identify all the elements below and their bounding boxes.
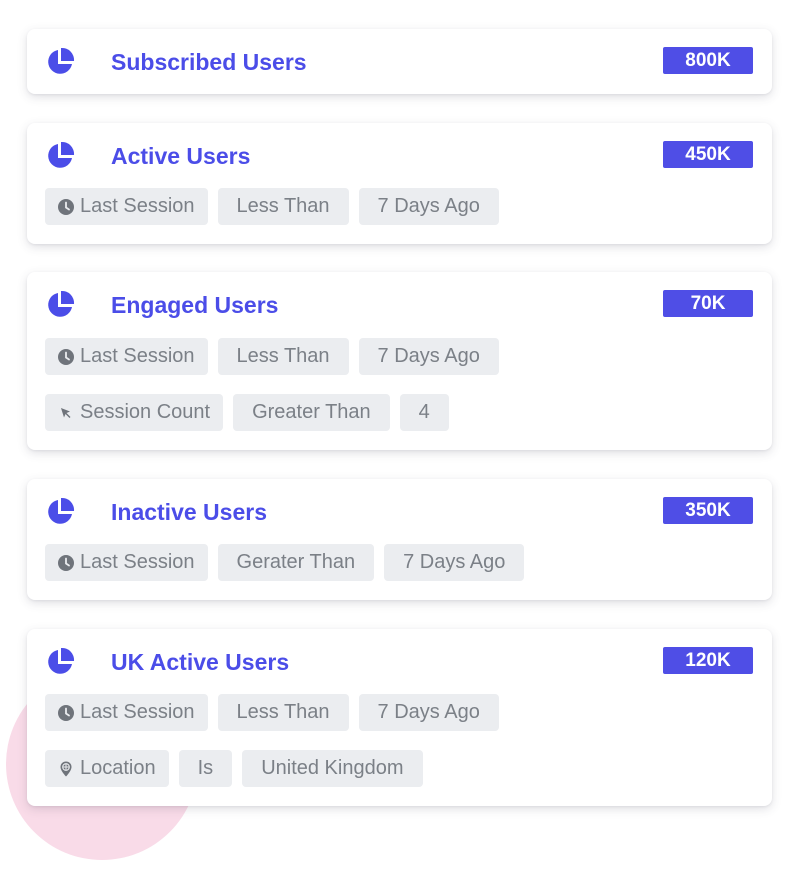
- segment-card-engaged-users[interactable]: Engaged Users 70K Last Session Less Than…: [27, 272, 772, 450]
- segment-card-uk-active-users[interactable]: UK Active Users 120K Last Session Less T…: [27, 629, 772, 806]
- segment-header: UK Active Users 120K: [45, 647, 753, 675]
- segment-title: Subscribed Users: [111, 49, 307, 75]
- filter-operator-chip[interactable]: Gerater Than: [217, 544, 375, 581]
- cursor-icon: [61, 407, 71, 418]
- segment-header: Engaged Users 70K: [45, 290, 753, 318]
- filter-row: Last Session Less Than 7 Days Ago: [45, 188, 499, 225]
- segment-count-badge: 800K: [663, 47, 753, 74]
- filter-field-label: Last Session: [80, 345, 195, 367]
- segment-title: Inactive Users: [111, 499, 267, 525]
- filter-field-chip[interactable]: Location: [45, 750, 169, 787]
- filter-row: Last Session Gerater Than 7 Days Ago: [45, 544, 525, 581]
- filter-value-chip[interactable]: 7 Days Ago: [384, 544, 525, 581]
- segment-card-subscribed-users[interactable]: Subscribed Users 800K: [27, 29, 772, 94]
- filter-field-chip[interactable]: Session Count: [45, 394, 224, 431]
- filter-operator-chip[interactable]: Less Than: [217, 188, 349, 225]
- filter-operator-chip[interactable]: Less Than: [217, 338, 349, 375]
- filter-field-chip[interactable]: Last Session: [45, 694, 208, 731]
- filter-row: Location Is United Kingdom: [45, 750, 423, 787]
- clock-icon: [58, 704, 74, 721]
- filter-field-label: Location: [80, 757, 156, 779]
- filter-field-chip[interactable]: Last Session: [45, 544, 208, 581]
- filter-field-label: Last Session: [80, 195, 195, 217]
- segment-count-badge: 450K: [663, 141, 753, 168]
- location-pin-icon: [60, 761, 72, 776]
- segment-count-badge: 70K: [663, 290, 753, 317]
- filter-value-chip[interactable]: 4: [399, 394, 449, 431]
- filter-value-chip[interactable]: 7 Days Ago: [358, 338, 499, 375]
- filter-value-chip[interactable]: United Kingdom: [242, 750, 423, 787]
- pie-chart-icon: [48, 47, 75, 74]
- filter-field-chip[interactable]: Last Session: [45, 188, 208, 225]
- filter-value-chip[interactable]: 7 Days Ago: [358, 694, 499, 731]
- pie-chart-icon: [48, 290, 75, 317]
- clock-icon: [58, 348, 74, 365]
- filter-operator-chip[interactable]: Greater Than: [233, 394, 390, 431]
- segment-header: Inactive Users 350K: [45, 497, 753, 525]
- segment-count-badge: 350K: [663, 497, 753, 524]
- pie-chart-icon: [48, 141, 75, 168]
- segment-title: Engaged Users: [111, 292, 279, 318]
- filter-field-chip[interactable]: Last Session: [45, 338, 208, 375]
- clock-icon: [58, 198, 74, 215]
- clock-icon: [58, 554, 74, 571]
- filter-row: Session Count Greater Than 4: [45, 394, 449, 431]
- filter-operator-chip[interactable]: Is: [178, 750, 233, 787]
- filter-field-label: Last Session: [80, 701, 195, 723]
- segment-card-active-users[interactable]: Active Users 450K Last Session Less Than…: [27, 123, 772, 244]
- segment-card-inactive-users[interactable]: Inactive Users 350K Last Session Gerater…: [27, 479, 772, 600]
- filter-row: Last Session Less Than 7 Days Ago: [45, 694, 499, 731]
- segment-count-badge: 120K: [663, 647, 753, 674]
- pie-chart-icon: [48, 647, 75, 674]
- segment-title: UK Active Users: [111, 649, 290, 675]
- pie-chart-icon: [48, 497, 75, 524]
- filter-operator-chip[interactable]: Less Than: [217, 694, 349, 731]
- segment-header: Active Users 450K: [45, 141, 753, 169]
- segment-title: Active Users: [111, 143, 251, 169]
- segment-header: Subscribed Users 800K: [45, 47, 753, 75]
- filter-row: Last Session Less Than 7 Days Ago: [45, 338, 499, 375]
- filter-field-label: Session Count: [80, 401, 211, 423]
- filter-value-chip[interactable]: 7 Days Ago: [358, 188, 499, 225]
- filter-field-label: Last Session: [80, 551, 195, 573]
